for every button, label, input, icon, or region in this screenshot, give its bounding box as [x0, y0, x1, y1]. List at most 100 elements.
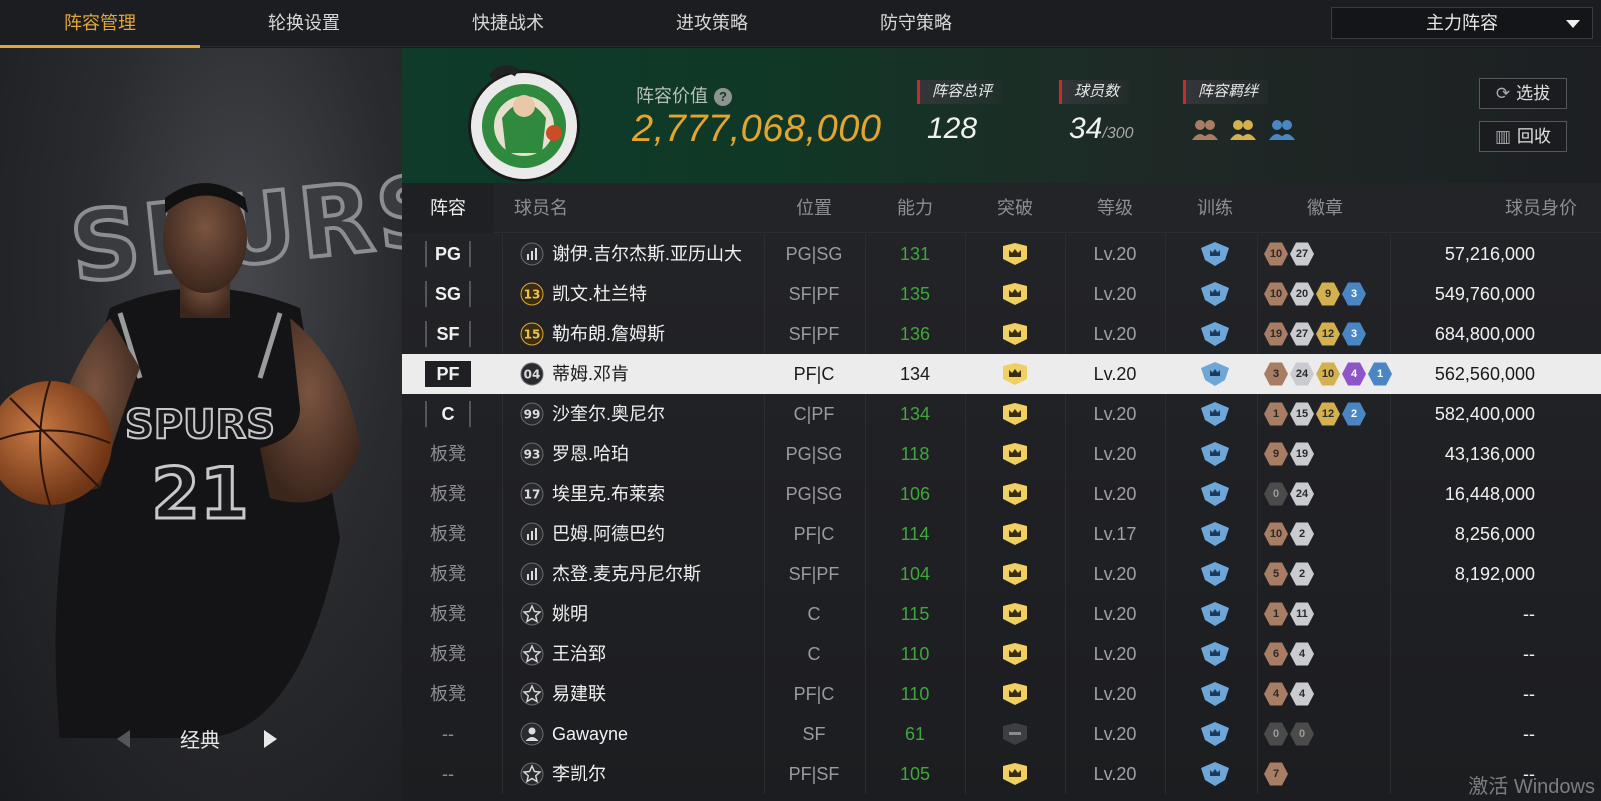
badge-list[interactable]: 00 [1264, 722, 1316, 746]
player-name[interactable]: 李凯尔 [552, 754, 772, 794]
training-shield-icon[interactable] [1199, 602, 1231, 626]
lineup-slot[interactable]: -- [402, 714, 494, 754]
bond-icons[interactable] [1191, 118, 1302, 147]
breakthrough-crown-icon[interactable] [1001, 763, 1029, 785]
training-shield-icon[interactable] [1199, 322, 1231, 346]
badge-list[interactable]: 3 24 10 4 1 [1264, 362, 1394, 386]
player-name[interactable]: Gawayne [552, 714, 772, 754]
table-row[interactable]: 板凳 杰登.麦克丹尼尔斯 SF|PF 104 Lv.20 5 2 8,192,000 [402, 554, 1601, 594]
lineup-slot[interactable]: 板凳 [402, 674, 494, 714]
training-shield-icon[interactable] [1199, 362, 1231, 386]
table-row[interactable]: 板凳 姚明 C 115 Lv.20 1 11 -- [402, 594, 1601, 634]
header-badges[interactable]: 徽章 [1265, 183, 1385, 233]
badge-list[interactable]: 1 11 [1264, 602, 1316, 626]
breakthrough-crown-icon[interactable] [1001, 323, 1029, 345]
lineup-slot[interactable]: PF [402, 354, 494, 394]
help-icon[interactable]: ? [714, 88, 732, 106]
badge-list[interactable]: 10 2 [1264, 522, 1316, 546]
breakthrough-crown-icon[interactable] [1001, 603, 1029, 625]
breakthrough-crown-icon[interactable] [1001, 563, 1029, 585]
breakthrough-locked-icon[interactable] [1001, 723, 1029, 745]
player-name[interactable]: 蒂姆.邓肯 [552, 354, 772, 394]
table-row[interactable]: 板凳 巴姆.阿德巴约 PF|C 114 Lv.17 10 2 8,256,000 [402, 514, 1601, 554]
select-draft-button[interactable]: ⟳ 选拔 [1479, 78, 1567, 109]
tab-rotation-settings[interactable]: 轮换设置 [204, 0, 404, 47]
breakthrough-crown-icon[interactable] [1001, 443, 1029, 465]
header-level[interactable]: 等级 [1065, 183, 1165, 233]
breakthrough-crown-icon[interactable] [1001, 363, 1029, 385]
header-ability[interactable]: 能力 [865, 183, 965, 233]
tab-offense-strategy[interactable]: 进攻策略 [612, 0, 812, 47]
player-name[interactable]: 埃里克.布莱索 [552, 474, 772, 514]
breakthrough-crown-icon[interactable] [1001, 243, 1029, 265]
training-shield-icon[interactable] [1199, 762, 1231, 786]
training-shield-icon[interactable] [1199, 482, 1231, 506]
header-player-name[interactable]: 球员名 [514, 183, 574, 233]
table-row[interactable]: PG 谢伊.吉尔杰斯.亚历山大 PG|SG 131 Lv.20 10 27 57,216,00… [402, 234, 1601, 274]
player-name[interactable]: 王治郅 [552, 634, 772, 674]
recycle-button[interactable]: ▥ 回收 [1479, 121, 1567, 152]
breakthrough-crown-icon[interactable] [1001, 683, 1029, 705]
lineup-slot[interactable]: 板凳 [402, 434, 494, 474]
training-shield-icon[interactable] [1199, 682, 1231, 706]
player-name[interactable]: 凯文.杜兰特 [552, 274, 772, 314]
player-name[interactable]: 谢伊.吉尔杰斯.亚历山大 [552, 234, 772, 274]
player-name[interactable]: 沙奎尔.奥尼尔 [552, 394, 772, 434]
table-row[interactable]: 板凳 93 罗恩.哈珀 PG|SG 118 Lv.20 9 19 43,136,000 [402, 434, 1601, 474]
table-row[interactable]: C 99 沙奎尔.奥尼尔 C|PF 134 Lv.20 1 15 12 2 582,400,000 [402, 394, 1601, 434]
lineup-select-dropdown[interactable]: 主力阵容 [1331, 7, 1593, 39]
breakthrough-crown-icon[interactable] [1001, 483, 1029, 505]
badge-list[interactable]: 1 15 12 2 [1264, 402, 1368, 426]
training-shield-icon[interactable] [1199, 242, 1231, 266]
player-name[interactable]: 易建联 [552, 674, 772, 714]
training-shield-icon[interactable] [1199, 562, 1231, 586]
badge-list[interactable]: 9 19 [1264, 442, 1316, 466]
table-row[interactable]: SF 15 勒布朗.詹姆斯 SF|PF 136 Lv.20 19 27 12 3 684,800,0… [402, 314, 1601, 354]
badge-list[interactable]: 64 [1264, 642, 1316, 666]
badge-list[interactable]: 7 [1264, 762, 1290, 786]
header-lineup[interactable]: 阵容 [402, 183, 494, 233]
table-row[interactable]: -- 李凯尔 PF|SF 105 Lv.20 7 -- [402, 754, 1601, 794]
badge-list[interactable]: 10 27 [1264, 242, 1316, 266]
breakthrough-crown-icon[interactable] [1001, 283, 1029, 305]
breakthrough-crown-icon[interactable] [1001, 523, 1029, 545]
training-shield-icon[interactable] [1199, 402, 1231, 426]
lineup-slot[interactable]: C [402, 394, 494, 434]
lineup-slot[interactable]: SG [402, 274, 494, 314]
header-breakthrough[interactable]: 突破 [965, 183, 1065, 233]
badge-list[interactable]: 19 27 12 3 [1264, 322, 1368, 346]
table-row[interactable]: -- Gawayne SF 61 Lv.20 0 0 -- [402, 714, 1601, 754]
lineup-slot[interactable]: 板凳 [402, 554, 494, 594]
lineup-slot[interactable]: SF [402, 314, 494, 354]
badge-list[interactable]: 52 [1264, 562, 1316, 586]
breakthrough-crown-icon[interactable] [1001, 643, 1029, 665]
lineup-slot[interactable]: 板凳 [402, 514, 494, 554]
tab-lineup-management[interactable]: 阵容管理 [0, 0, 200, 48]
badge-list[interactable]: 44 [1264, 682, 1316, 706]
next-arrow-icon[interactable] [264, 730, 277, 748]
lineup-slot[interactable]: 板凳 [402, 594, 494, 634]
header-player-value[interactable]: 球员身价 [1432, 183, 1577, 233]
player-name[interactable]: 巴姆.阿德巴约 [552, 514, 772, 554]
player-name[interactable]: 罗恩.哈珀 [552, 434, 772, 474]
lineup-slot[interactable]: -- [402, 754, 494, 794]
player-name[interactable]: 姚明 [552, 594, 772, 634]
header-training[interactable]: 训练 [1165, 183, 1265, 233]
lineup-slot[interactable]: 板凳 [402, 474, 494, 514]
prev-arrow-icon[interactable] [117, 730, 130, 748]
table-row[interactable]: 板凳 王治郅 C 110 Lv.20 6 4 -- [402, 634, 1601, 674]
badge-list[interactable]: 10 20 9 3 [1264, 282, 1368, 306]
player-name[interactable]: 勒布朗.詹姆斯 [552, 314, 772, 354]
player-name[interactable]: 杰登.麦克丹尼尔斯 [552, 554, 772, 594]
table-row[interactable]: SG 13 凯文.杜兰特 SF|PF 135 Lv.20 10 20 9 3 549,760,000 [402, 274, 1601, 314]
training-shield-icon[interactable] [1199, 522, 1231, 546]
table-row[interactable]: PF 04 蒂姆.邓肯 PF|C 134 Lv.20 3 24 10 4 1 562,560,000 [402, 354, 1601, 394]
training-shield-icon[interactable] [1199, 722, 1231, 746]
header-position[interactable]: 位置 [764, 183, 864, 233]
table-row[interactable]: 板凳 易建联 PF|C 110 Lv.20 4 4 -- [402, 674, 1601, 714]
training-shield-icon[interactable] [1199, 282, 1231, 306]
tab-defense-strategy[interactable]: 防守策略 [816, 0, 1016, 47]
training-shield-icon[interactable] [1199, 642, 1231, 666]
breakthrough-crown-icon[interactable] [1001, 403, 1029, 425]
tab-quick-tactics[interactable]: 快捷战术 [408, 0, 608, 47]
